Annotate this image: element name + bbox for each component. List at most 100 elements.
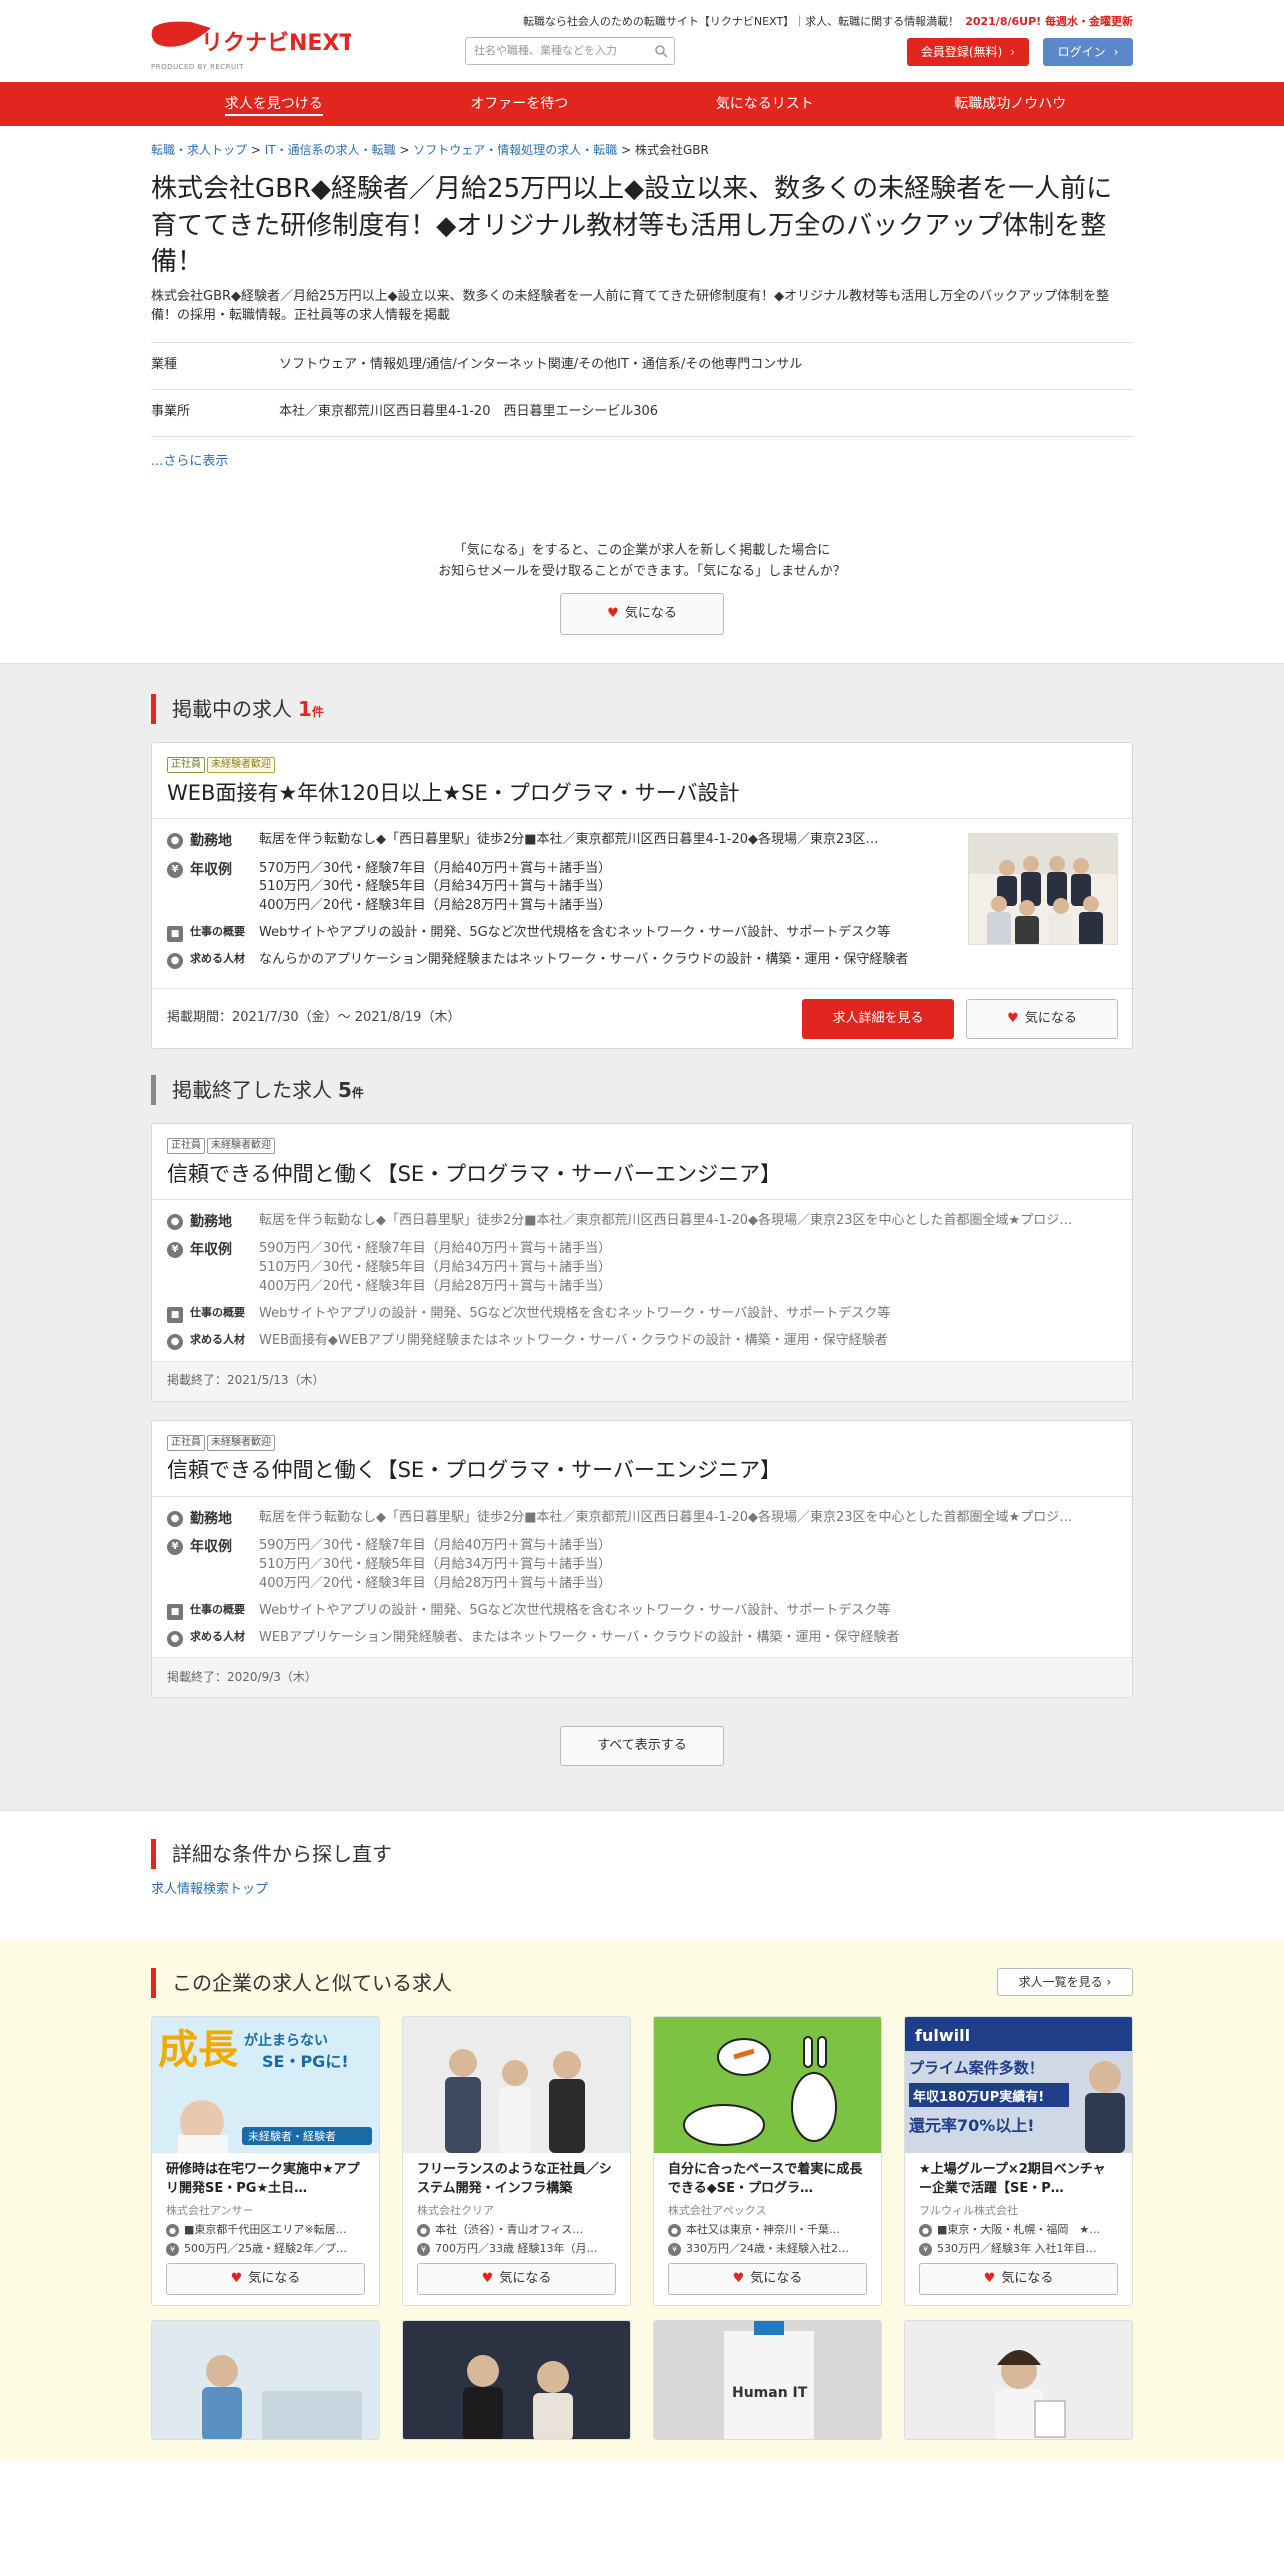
person-icon: ● [167,1333,183,1350]
ended-date: 掲載終了：2021/5/13（木） [167,1373,325,1388]
heart-icon: ♥ [732,2271,745,2287]
person-icon: ● [167,1630,183,1647]
similar-job-card[interactable] [151,2320,380,2441]
location-pin-icon: ● [166,2223,179,2237]
svg-text:リクナビNEXT: リクナビNEXT [201,31,351,56]
similar-jobs-section: この企業の求人と似ている求人 求人一覧を見る › 成長 が止まらない SE・PG… [0,1940,1284,2461]
job-banner-image: Human IT [654,2321,881,2440]
job-list-button[interactable]: 求人一覧を見る › [997,1968,1133,1997]
search-icon[interactable] [654,44,668,58]
similar-job-card[interactable]: 自分に合ったペースで着実に成長できる◆SE・プログラ… 株式会社アペックス ● 本… [653,2016,882,2307]
heart-icon: ♥ [1007,1010,1019,1026]
show-more-link[interactable]: ...さらに表示 [151,453,1133,472]
favorite-button[interactable]: ♥ 気になる [668,2263,867,2296]
ended-jobs-heading: 掲載終了した求人 5件 [151,1074,1133,1105]
heart-icon: ♥ [983,2271,996,2287]
search-again-heading: 詳細な条件から探し直す [151,1839,1133,1870]
location-pin-icon: ● [167,1510,183,1527]
similar-job-card[interactable]: フリーランスのような正社員／システム開発・インフラ構築 株式会社クリア ● 本社（… [402,2016,631,2307]
location-pin-icon: ● [668,2223,681,2237]
briefcase-icon: ■ [167,1603,183,1620]
job-banner-image [403,2321,630,2440]
job-title[interactable]: WEB面接有★年休120日以上★SE・プログラマ・サーバ設計 [167,778,1117,808]
job-title[interactable]: 信頼できる仲間と働く【SE・プログラマ・サーバーエンジニア】 [167,1455,1117,1485]
company-name: 株式会社クリア [417,2204,494,2218]
update-info: 2021/8/6UP! 毎週水・金曜更新 [965,15,1133,28]
similar-job-card[interactable] [904,2320,1133,2441]
nav-wait-offers[interactable]: オファーを待つ [397,82,643,126]
favorite-button[interactable]: ♥ 気になる [166,2263,365,2296]
login-button[interactable]: ログイン › [1043,38,1133,66]
job-title[interactable]: 信頼できる仲間と働く【SE・プログラマ・サーバーエンジニア】 [167,1159,1117,1189]
svg-text:プライム案件多数！: プライム案件多数！ [909,2059,1044,2077]
breadcrumb-current: 株式会社GBR [634,143,709,157]
similar-job-title[interactable]: フリーランスのような正社員／システム開発・インフラ構築 [417,2161,616,2199]
similar-job-card[interactable]: fulwill プライム案件多数！ 年収180万UP実績有! 還元率70%以上!… [904,2016,1133,2307]
search-again-section: 詳細な条件から探し直す 求人情報検索トップ [151,1811,1133,1940]
job-favorite-button[interactable]: ♥ 気になる [966,998,1118,1039]
breadcrumb-software[interactable]: ソフトウェア・情報処理の求人・転職 [413,143,617,157]
tag-fulltime: 正社員 [167,1434,205,1451]
yen-icon: ¥ [668,2242,681,2256]
svg-text:Human IT: Human IT [732,2385,808,2401]
job-banner-image [403,2017,630,2154]
heart-icon: ♥ [607,606,619,621]
job-photo [968,833,1118,946]
person-icon: ● [167,952,183,969]
svg-text:fulwill: fulwill [915,2026,970,2045]
breadcrumb-top[interactable]: 転職・求人トップ [151,143,247,157]
tag-inexperienced-welcome: 未経験者歓迎 [207,1137,275,1154]
job-card[interactable]: 正社員 未経験者歓迎 WEB面接有★年休120日以上★SE・プログラマ・サーバ設計… [151,742,1133,1049]
job-detail-button[interactable]: 求人詳細を見る [802,998,954,1039]
yen-icon: ¥ [919,2242,932,2256]
similar-job-title[interactable]: 研修時は在宅ワーク実施中★アプリ開発SE・PG★土日… [166,2161,365,2199]
svg-text:還元率70%以上!: 還元率70%以上! [909,2116,1035,2135]
yen-icon: ¥ [167,861,183,878]
similar-job-card[interactable]: 成長 が止まらない SE・PGに! 未経験者・経験者 研修時は在宅ワーク実施中★… [151,2016,380,2307]
yen-icon: ¥ [166,2242,179,2256]
similar-job-card[interactable] [402,2320,631,2441]
job-banner-image: 成長 が止まらない SE・PGに! 未経験者・経験者 [152,2017,379,2154]
svg-text:が止まらない: が止まらない [244,2032,328,2049]
site-tagline: 転職なら社会人のための転職サイト【リクナビNEXT】｜求人、転職に関する情報満載… [522,15,1133,28]
nav-favorites-list[interactable]: 気になるリスト [642,82,888,126]
briefcase-icon: ■ [167,926,183,943]
heart-icon: ♥ [481,2271,494,2287]
register-button[interactable]: 会員登録(無料) › [907,38,1029,66]
job-banner-image [152,2321,379,2440]
briefcase-icon: ■ [167,1306,183,1323]
tag-inexperienced-welcome: 未経験者歓迎 [207,1434,275,1451]
company-name: 株式会社アンサー [166,2204,254,2218]
ended-job-card[interactable]: 正社員 未経験者歓迎 信頼できる仲間と働く【SE・プログラマ・サーバーエンジニア】… [151,1419,1133,1699]
svg-text:成長: 成長 [158,2027,239,2073]
company-name: フルウィル株式会社 [919,2204,1018,2218]
active-jobs-heading: 掲載中の求人 1件 [151,694,1133,724]
similar-job-title[interactable]: 自分に合ったペースで着実に成長できる◆SE・プログラ… [668,2161,867,2199]
favorite-button[interactable]: ♥ 気になる [919,2263,1118,2296]
site-header: リクナビNEXT PRODUCED BY RECRUIT 社名や職種、業種などを… [0,0,1284,82]
show-all-button[interactable]: すべて表示する [560,1726,724,1767]
similar-job-card[interactable]: Human IT [653,2320,882,2441]
nav-find-jobs[interactable]: 求人を見つける [151,82,397,126]
favorite-button[interactable]: ♥ 気になる [417,2263,616,2296]
heart-icon: ♥ [230,2271,243,2287]
job-search-top-link[interactable]: 求人情報検索トップ [151,1881,1133,1900]
posting-period: 掲載期間：2021/7/30（金）～ 2021/8/19（木） [167,1009,461,1025]
keyword-search-input[interactable]: 社名や職種、業種などを入力 [465,37,675,65]
company-favorite-button[interactable]: ♥ 気になる [560,593,724,635]
ended-job-card[interactable]: 正社員 未経験者歓迎 信頼できる仲間と働く【SE・プログラマ・サーバーエンジニア】… [151,1122,1133,1402]
svg-text:SE・PGに!: SE・PGに! [262,2052,349,2071]
breadcrumb-it[interactable]: IT・通信系の求人・転職 [265,143,396,157]
svg-text:年収180万UP実績有!: 年収180万UP実績有! [913,2089,1044,2105]
chevron-right-icon: › [1113,45,1119,59]
similar-job-title[interactable]: ★上場グループ×2期目ベンチャー企業で活躍【SE・P… [919,2161,1118,2199]
ended-date: 掲載終了：2020/9/3（木） [167,1670,317,1685]
favorite-prompt: 「気になる」をすると、この企業が求人を新しく掲載した場合に お知らせメールを受け… [151,541,1133,635]
tag-fulltime: 正社員 [167,1137,205,1154]
jobs-section: 掲載中の求人 1件 正社員 未経験者歓迎 WEB面接有★年休120日以上★SE・プロ… [0,663,1284,1812]
breadcrumb: 転職・求人トップ > IT・通信系の求人・転職 > ソフトウェア・情報処理の求人… [151,143,709,157]
yen-icon: ¥ [167,1242,183,1259]
global-nav: 求人を見つける オファーを待つ 気になるリスト 転職成功ノウハウ [0,82,1284,126]
nav-success-knowhow[interactable]: 転職成功ノウハウ [888,82,1134,126]
location-pin-icon: ● [167,1214,183,1231]
